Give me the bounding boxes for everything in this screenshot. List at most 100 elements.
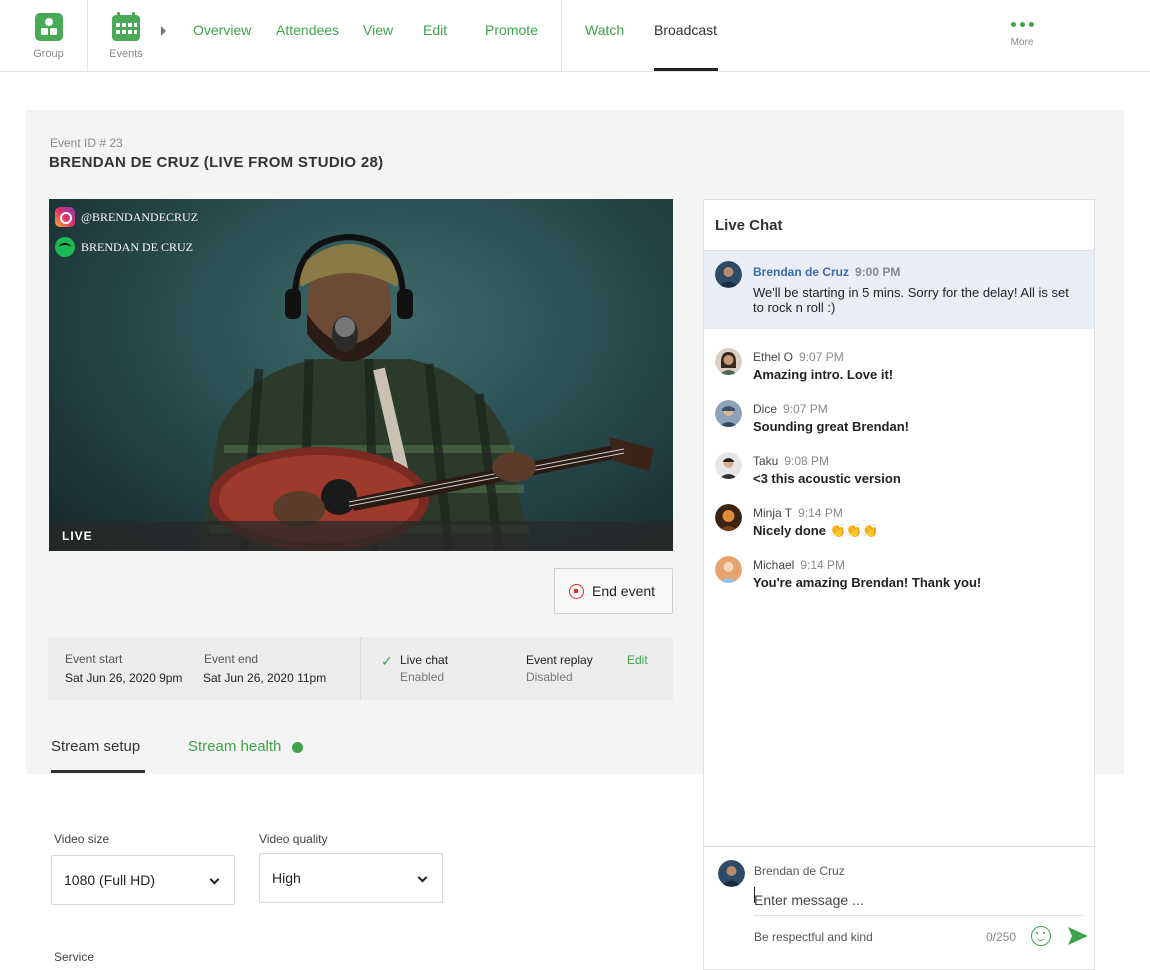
message-text: You're amazing Brendan! Thank you! (753, 575, 982, 590)
avatar (715, 452, 742, 479)
live-chat-status: Enabled (400, 670, 445, 684)
message-author: Michael 9:14 PM (753, 558, 845, 572)
chat-guideline-hint: Be respectful and kind (754, 930, 873, 944)
group-nav-button[interactable]: Group (10, 0, 88, 71)
event-info-strip: Event start Sat Jun 26, 2020 9pm Event e… (48, 637, 673, 700)
active-tab-indicator (654, 68, 718, 71)
chevron-down-icon (209, 874, 220, 885)
author-name: Brendan de Cruz (753, 265, 850, 279)
video-size-value: 1080 (Full HD) (64, 872, 156, 888)
nav-link-broadcast[interactable]: Broadcast (654, 22, 717, 38)
spotify-overlay: BRENDAN DE CRUZ (55, 237, 193, 257)
author-name: Ethel O (753, 350, 794, 364)
send-icon[interactable] (1067, 926, 1089, 946)
chat-message-input[interactable] (754, 884, 1084, 916)
message-author: Ethel O 9:07 PM (753, 350, 844, 364)
author-name: Taku (753, 454, 779, 468)
avatar (715, 261, 742, 288)
live-video-player[interactable]: @BRENDANDECRUZ BRENDAN DE CRUZ LIVE (49, 199, 673, 551)
instagram-handle: @BRENDANDECRUZ (81, 209, 199, 224)
message-time: 9:07 PM (783, 402, 828, 416)
event-id: Event ID # 23 (50, 136, 123, 150)
message-time: 9:08 PM (784, 454, 830, 468)
text-cursor (754, 887, 755, 903)
nav-link-view[interactable]: View (363, 22, 393, 38)
more-dots-icon (1002, 22, 1042, 27)
edit-settings-link[interactable]: Edit (627, 653, 648, 667)
avatar (715, 504, 742, 531)
service-label: Service (54, 950, 95, 964)
instagram-icon (55, 207, 75, 227)
spotify-name: BRENDAN DE CRUZ (81, 239, 194, 254)
message-time: 9:00 PM (855, 265, 901, 279)
health-status-dot (292, 742, 303, 753)
message-text: Amazing intro. Love it! (753, 367, 894, 382)
live-chat-panel: Live Chat Brendan de Cruz 9:00 PM We'll b… (703, 199, 1095, 970)
avatar (715, 348, 742, 375)
event-start-value: Sat Jun 26, 2020 9pm (65, 671, 183, 685)
character-counter: 0/250 (986, 930, 1017, 944)
avatar (715, 556, 742, 583)
video-quality-value: High (272, 870, 301, 886)
live-chat-title: Live Chat (715, 217, 783, 234)
avatar (718, 860, 745, 887)
nav-divider (561, 0, 562, 71)
message-time: 9:14 PM (800, 558, 846, 572)
stop-icon (569, 583, 584, 599)
author-name: Michael (753, 558, 795, 572)
event-title: BRENDAN DE CRUZ (LIVE FROM STUDIO 28) (49, 154, 384, 171)
end-event-label: End event (592, 583, 656, 599)
event-replay-label: Event replay (526, 653, 593, 667)
breadcrumb-caret-icon (161, 26, 166, 36)
message-text: Sounding great Brendan! (753, 419, 909, 434)
nav-link-attendees[interactable]: Attendees (276, 22, 339, 38)
pinned-message: Brendan de Cruz 9:00 PM We'll be starting… (704, 251, 1094, 329)
nav-link-overview[interactable]: Overview (193, 22, 251, 38)
top-navigation: Group Events Overview Attendees View Edi… (0, 0, 1150, 72)
stream-tab-indicator (51, 770, 145, 773)
more-menu-button[interactable]: More (1002, 22, 1042, 48)
message-author: Brendan de Cruz 9:00 PM (753, 265, 900, 279)
more-label: More (1010, 37, 1034, 48)
compose-user-name: Brendan de Cruz (754, 864, 845, 878)
calendar-icon (112, 11, 140, 41)
message-text: We'll be starting in 5 mins. Sorry for t… (753, 285, 1069, 315)
spotify-icon (55, 237, 75, 257)
end-event-button[interactable]: End event (554, 568, 673, 614)
video-size-select[interactable]: 1080 (Full HD) (51, 855, 235, 905)
event-start-label: Event start (65, 652, 123, 666)
event-replay-status: Disabled (526, 670, 573, 684)
author-name: Minja T (753, 506, 793, 520)
tab-stream-health[interactable]: Stream health (188, 738, 281, 755)
message-text: Nicely done 👏👏👏 (753, 523, 879, 538)
events-nav-button[interactable]: Events (98, 0, 154, 71)
tab-stream-setup[interactable]: Stream setup (51, 738, 140, 755)
emoji-picker-icon[interactable] (1031, 926, 1051, 946)
group-nav-label: Group (33, 47, 64, 60)
author-name: Dice (753, 402, 778, 416)
message-text: <3 this acoustic version (753, 471, 901, 486)
instagram-overlay: @BRENDANDECRUZ (55, 207, 198, 227)
nav-link-promote[interactable]: Promote (485, 22, 538, 38)
group-icon (34, 12, 63, 41)
live-badge: LIVE (62, 529, 93, 543)
chevron-down-icon (417, 872, 428, 883)
live-chat-label: Live chat (400, 653, 449, 667)
compose-divider (704, 846, 1094, 847)
message-author: Taku 9:08 PM (753, 454, 829, 468)
nav-link-edit[interactable]: Edit (423, 22, 447, 38)
check-icon: ✓ (381, 653, 393, 669)
info-divider (360, 637, 361, 700)
avatar (715, 400, 742, 427)
video-quality-label: Video quality (259, 832, 328, 846)
event-end-value: Sat Jun 26, 2020 11pm (203, 671, 327, 685)
message-author: Minja T 9:14 PM (753, 506, 843, 520)
message-time: 9:14 PM (798, 506, 843, 520)
message-author: Dice 9:07 PM (753, 402, 828, 416)
video-size-label: Video size (54, 832, 110, 846)
live-status-bar: LIVE (49, 521, 673, 551)
nav-link-watch[interactable]: Watch (585, 22, 624, 38)
message-time: 9:07 PM (799, 350, 844, 364)
events-nav-label: Events (109, 47, 143, 60)
video-quality-select[interactable]: High (259, 853, 443, 903)
